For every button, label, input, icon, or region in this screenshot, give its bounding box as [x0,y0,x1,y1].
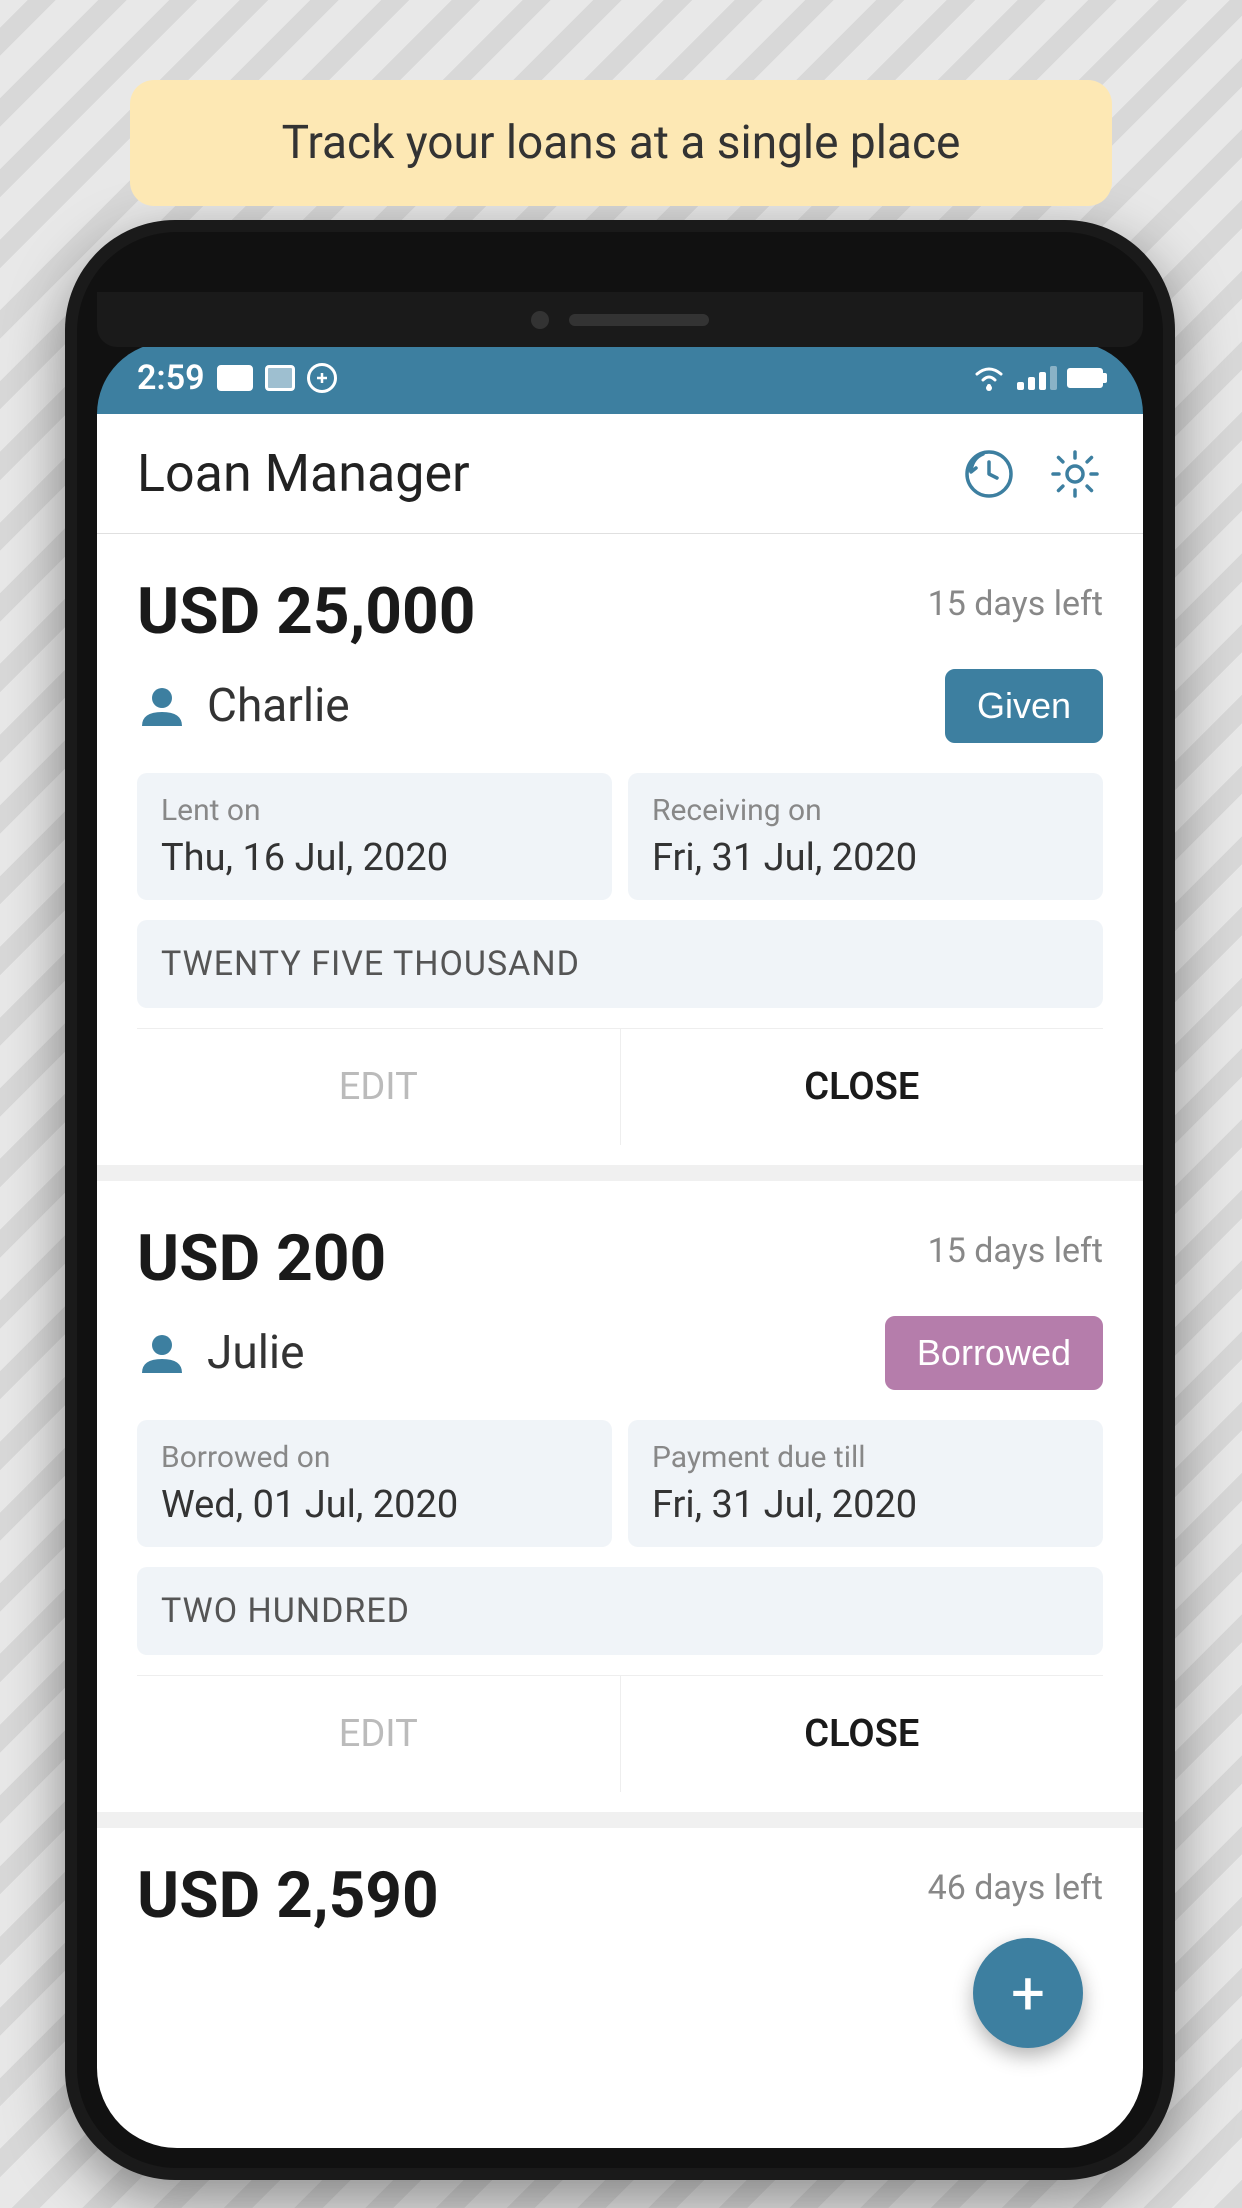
loan-description: TWENTY FIVE THOUSAND [137,920,1103,1008]
phone-inner: 2:59 [77,232,1163,2168]
notification-icon [217,365,253,391]
status-right [971,364,1103,392]
days-left: 15 days left [928,1231,1103,1271]
loan-amount: USD 200 [137,1221,386,1296]
loan-person-row: Charlie Given [137,669,1103,743]
battery-icon [1067,368,1103,388]
sim-icon [265,365,295,391]
loan-actions: EDIT CLOSE [137,1028,1103,1145]
loan-card: USD 25,000 15 days left Charlie [97,534,1143,1181]
edit-button[interactable]: EDIT [137,1676,620,1792]
given-badge[interactable]: Given [945,669,1103,743]
person-info: Julie [137,1326,305,1380]
date-value: Wed, 01 Jul, 2020 [161,1483,588,1527]
partial-loan-amount: USD 2,590 [137,1858,439,1933]
close-button[interactable]: CLOSE [621,1676,1104,1792]
circle-icon [307,363,337,393]
loan-top-row: USD 25,000 15 days left [137,574,1103,649]
date-label: Lent on [161,793,588,828]
person-name: Charlie [207,679,350,733]
date-box-payment: Payment due till Fri, 31 Jul, 2020 [628,1420,1103,1547]
app-title: Loan Manager [137,443,961,504]
date-value: Fri, 31 Jul, 2020 [652,1483,1079,1527]
status-bar: 2:59 [97,342,1143,414]
speaker-bar [569,314,709,326]
borrowed-badge[interactable]: Borrowed [885,1316,1103,1390]
loan-dates-row: Borrowed on Wed, 01 Jul, 2020 Payment du… [137,1420,1103,1547]
loans-container: USD 25,000 15 days left Charlie [97,534,1143,2148]
days-left: 15 days left [928,584,1103,624]
loan-person-row: Julie Borrowed [137,1316,1103,1390]
partial-days-left: 46 days left [928,1868,1103,1908]
loan-card: USD 200 15 days left Julie [97,1181,1143,1828]
fab-add-button[interactable]: + [973,1938,1083,2048]
person-avatar [137,681,187,731]
header-icons [961,446,1103,502]
tooltip-text: Track your loans at a single place [282,116,961,170]
date-label: Receiving on [652,793,1079,828]
history-icon[interactable] [961,446,1017,502]
person-info: Charlie [137,679,350,733]
date-value: Thu, 16 Jul, 2020 [161,836,588,880]
date-box-lent: Lent on Thu, 16 Jul, 2020 [137,773,612,900]
signal-icon [1017,366,1057,390]
partial-card: USD 2,590 46 days left [97,1828,1143,1933]
date-label: Payment due till [652,1440,1079,1475]
app-header: Loan Manager [97,414,1143,534]
phone-frame: 2:59 [65,220,1175,2180]
person-avatar [137,1328,187,1378]
loan-amount: USD 25,000 [137,574,475,649]
loan-top-row: USD 200 15 days left [137,1221,1103,1296]
close-button[interactable]: CLOSE [621,1029,1104,1145]
partial-loan-top: USD 2,590 46 days left [137,1858,1103,1933]
status-time: 2:59 [137,358,205,398]
camera-dot [531,311,549,329]
date-box-receiving: Receiving on Fri, 31 Jul, 2020 [628,773,1103,900]
date-label: Borrowed on [161,1440,588,1475]
settings-icon[interactable] [1047,446,1103,502]
tooltip-banner: Track your loans at a single place [130,80,1112,206]
camera-notch [97,292,1143,347]
person-name: Julie [207,1326,305,1380]
wifi-icon [971,364,1007,392]
loan-actions: EDIT CLOSE [137,1675,1103,1792]
date-value: Fri, 31 Jul, 2020 [652,836,1079,880]
date-box-borrowed: Borrowed on Wed, 01 Jul, 2020 [137,1420,612,1547]
app-content: Loan Manager [97,414,1143,2148]
fab-label: + [1011,1958,1045,2029]
loan-description: TWO HUNDRED [137,1567,1103,1655]
loan-dates-row: Lent on Thu, 16 Jul, 2020 Receiving on F… [137,773,1103,900]
edit-button[interactable]: EDIT [137,1029,620,1145]
status-left: 2:59 [137,358,337,398]
